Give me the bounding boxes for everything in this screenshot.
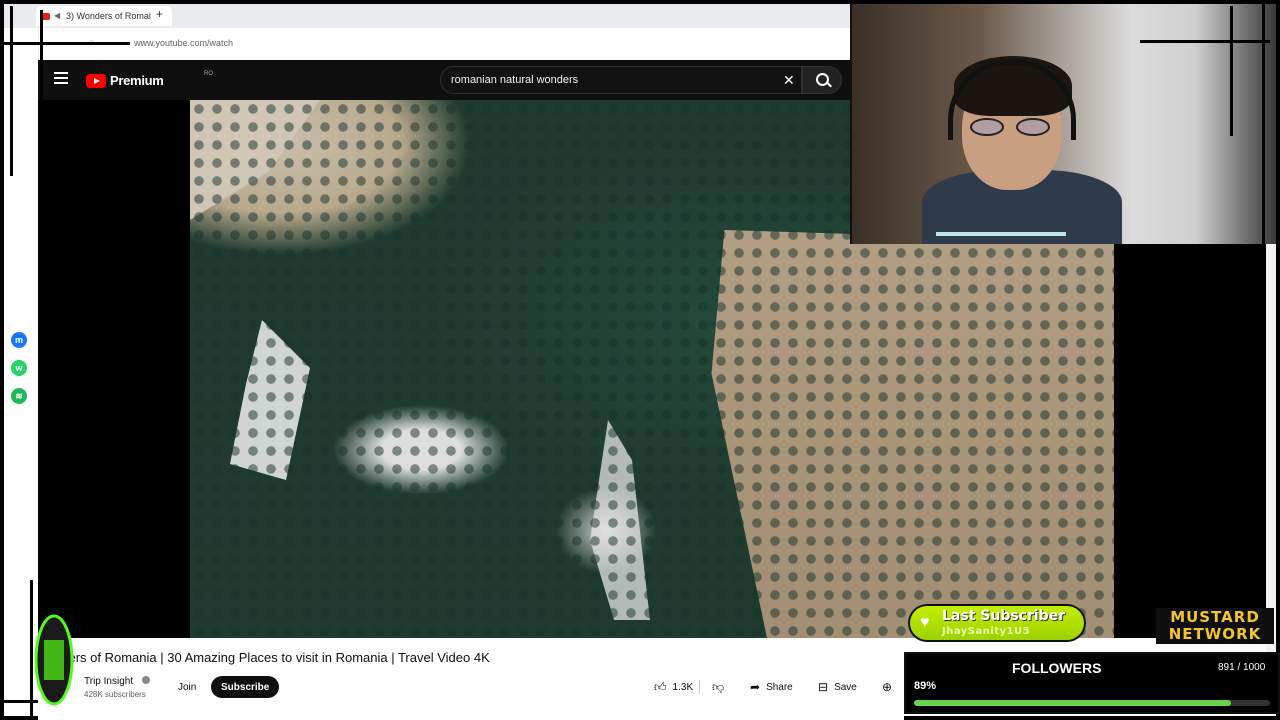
spotify-icon[interactable]: ≋	[11, 388, 27, 404]
youtube-play-icon	[86, 73, 106, 88]
speaker-icon[interactable]: ◀	[54, 12, 62, 20]
followers-percent: 89%	[914, 680, 937, 692]
thanks-icon: ⊕	[882, 680, 893, 694]
country-code: RO	[204, 71, 213, 77]
kick-logo-graphic	[34, 614, 74, 706]
kick-logo	[34, 610, 74, 710]
overlay-frame-left-accent	[0, 42, 130, 45]
share-button[interactable]: ➦ Share	[750, 676, 793, 698]
streamer-webcam	[850, 0, 1280, 244]
followers-count: 891 / 1000	[1218, 662, 1266, 673]
overlay-frame-top	[0, 0, 1280, 4]
overlay-frame-left-accent	[30, 580, 33, 716]
youtube-header: Premium RO romanian natural wonders ✕	[38, 60, 850, 100]
webcam-frame-bar	[936, 232, 1066, 236]
overlay-frame-left-accent	[10, 6, 13, 176]
search-value: romanian natural wonders	[451, 74, 579, 86]
video-title: nders of Romania | 30 Amazing Places to …	[54, 650, 490, 665]
overlay-frame-right-accent	[1140, 40, 1270, 43]
tab-title: 3) Wonders of Romai	[66, 11, 151, 21]
overlay-frame-left	[0, 0, 4, 720]
messenger-icon[interactable]: m	[11, 332, 27, 348]
followers-progress-track	[914, 700, 1270, 706]
like-count: 1.3K	[672, 681, 694, 693]
search-button[interactable]	[802, 66, 842, 94]
network-logo-line1: MUSTARD	[1170, 608, 1260, 626]
search-input[interactable]: romanian natural wonders ✕	[440, 66, 802, 94]
overlay-frame-right	[1276, 0, 1280, 720]
save-icon: ⊟	[818, 680, 829, 694]
heart-icon: ♥	[920, 614, 930, 631]
share-icon: ➦	[750, 680, 761, 694]
followers-label: FOLLOWERS	[1012, 660, 1102, 676]
thumbs-up-icon: 👍︎	[654, 679, 667, 694]
overlay-frame-right-accent	[1262, 4, 1265, 244]
join-button[interactable]: Join	[170, 676, 205, 698]
dislike-button[interactable]: 👎︎	[712, 676, 724, 698]
share-label: Share	[766, 681, 793, 693]
like-button[interactable]: 👍︎ 1.3K	[654, 676, 701, 698]
logo-text: Premium	[110, 73, 164, 88]
menu-icon[interactable]	[54, 72, 68, 84]
browser-tab[interactable]: ◀ 3) Wonders of Romai	[36, 6, 172, 26]
thumbs-down-icon: 👎︎	[712, 679, 725, 694]
last-subscriber-widget: ♥ Last Subscriber JhaySanity1U5	[908, 604, 1086, 642]
youtube-premium-logo[interactable]: Premium RO	[86, 71, 213, 88]
last-subscriber-name: JhaySanity1U5	[942, 626, 1031, 637]
new-tab-button[interactable]: +	[156, 7, 163, 21]
overlay-frame-left-accent	[40, 10, 43, 140]
save-label: Save	[834, 681, 857, 693]
search-icon	[816, 73, 829, 86]
overlay-frame-right-accent	[1230, 6, 1233, 136]
channel-name[interactable]: Trip Insight	[84, 676, 133, 687]
last-subscriber-label: Last Subscriber	[942, 608, 1066, 624]
save-button[interactable]: ⊟ Save	[818, 676, 857, 698]
channel-subscriber-count: 428K subscribers	[84, 690, 146, 699]
address-url[interactable]: www.youtube.com/watch	[134, 38, 233, 48]
followers-progress-fill	[914, 700, 1232, 706]
verified-badge-icon	[142, 676, 150, 684]
glasses-icon	[970, 118, 1054, 136]
subscribe-button[interactable]: Subscribe	[211, 676, 280, 698]
followers-goal-widget: FOLLOWERS 891 / 1000 89%	[904, 652, 1280, 714]
whatsapp-icon[interactable]: w	[11, 360, 27, 376]
like-divider	[699, 680, 701, 694]
clear-search-icon[interactable]: ✕	[783, 72, 795, 89]
mustard-network-logo: MUSTARD NETWORK	[1156, 608, 1274, 644]
thanks-button[interactable]: ⊕	[882, 676, 892, 698]
network-logo-line2: NETWORK	[1168, 625, 1262, 643]
